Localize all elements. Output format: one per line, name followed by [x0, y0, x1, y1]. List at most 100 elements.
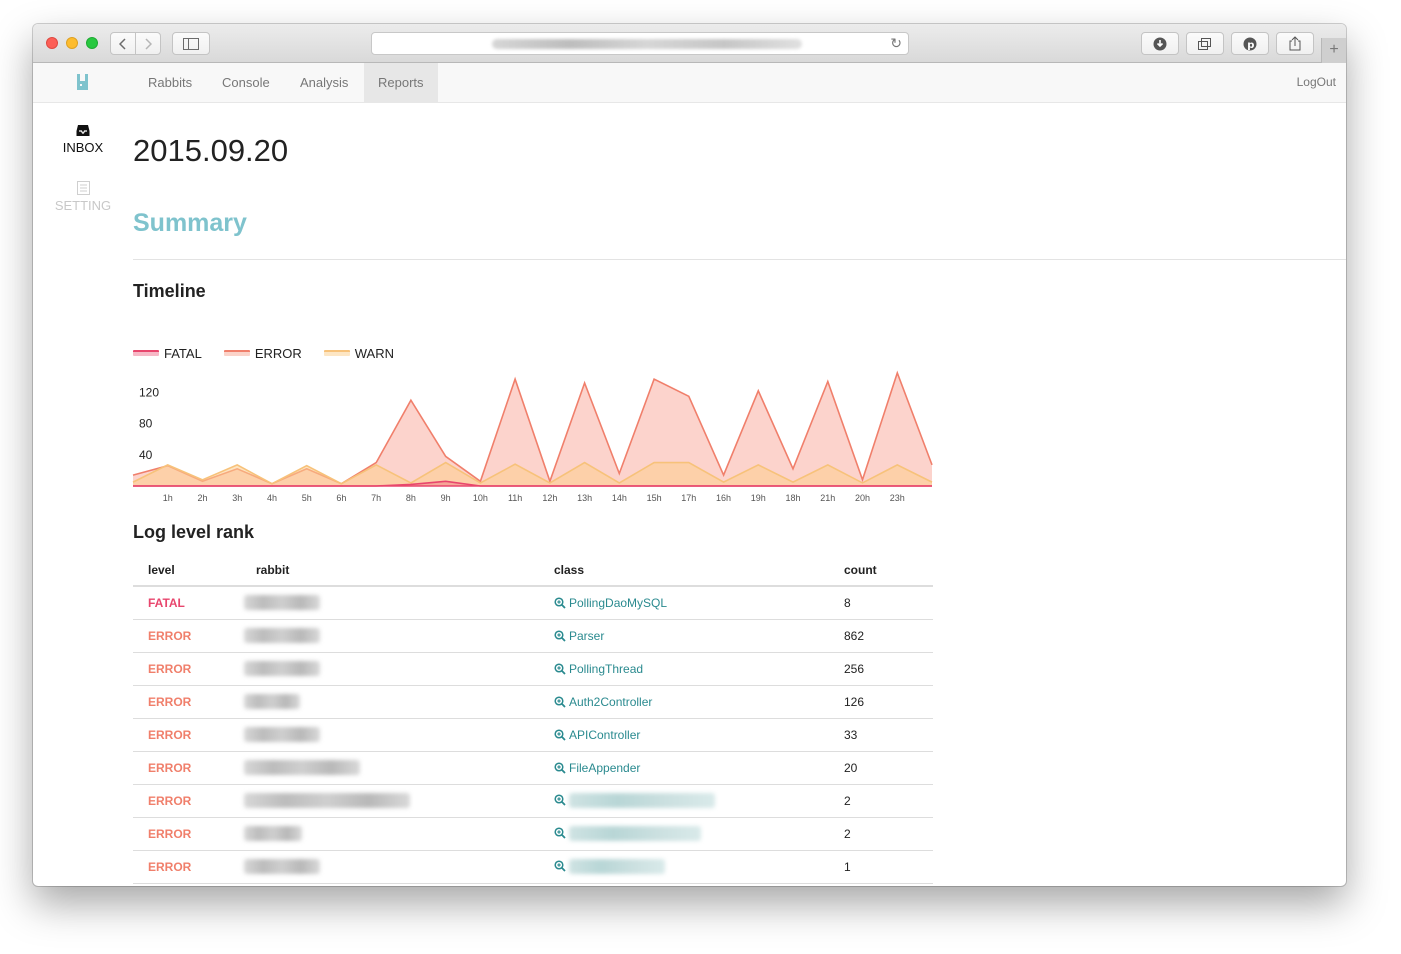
count-cell: 256: [829, 652, 933, 686]
class-link[interactable]: FileAppender: [554, 761, 640, 775]
sidebar-item-setting[interactable]: SETTING: [33, 181, 133, 213]
table-row[interactable]: ERROR PollingThread 256: [133, 652, 933, 686]
sidebar-item-inbox[interactable]: INBOX: [33, 124, 133, 155]
svg-text:p: p: [1247, 40, 1254, 51]
legend-item-warn: WARN: [323, 345, 395, 361]
rabbit-cell: [241, 586, 539, 620]
class-cell: [539, 817, 829, 851]
class-link[interactable]: PollingThread: [554, 662, 643, 676]
nav-rabbits[interactable]: Rabbits: [134, 63, 206, 103]
zoom-icon: [554, 728, 566, 741]
redacted-rabbit-name: [244, 826, 302, 842]
sidebar-toggle-button[interactable]: [172, 32, 210, 55]
nav-reports[interactable]: Reports: [364, 63, 438, 103]
rabbit-cell: [241, 817, 539, 851]
class-name: FileAppender: [569, 760, 641, 775]
table-row[interactable]: ERROR 1: [133, 850, 933, 884]
class-link[interactable]: Parser: [554, 629, 604, 643]
table-row[interactable]: ERROR 2: [133, 817, 933, 851]
new-tab-button[interactable]: +: [1321, 38, 1346, 63]
x-tick-label: 21h: [820, 493, 835, 503]
class-name: Parser: [569, 628, 605, 643]
logout-link[interactable]: LogOut: [1297, 63, 1336, 103]
legend-label: WARN: [354, 345, 395, 361]
class-name: PollingDaoMySQL: [569, 595, 668, 610]
column-header-level[interactable]: level: [133, 554, 241, 587]
minimize-window-button[interactable]: [66, 37, 78, 49]
column-header-count[interactable]: count: [829, 554, 933, 587]
count-value: 256: [844, 661, 865, 676]
class-link[interactable]: Auth2Controller: [554, 695, 652, 709]
nav-analysis[interactable]: Analysis: [286, 63, 362, 103]
level-cell: ERROR: [133, 817, 241, 851]
chevron-right-icon: [145, 37, 152, 50]
share-button[interactable]: [1276, 32, 1314, 55]
browser-titlebar: ↻ p +: [33, 24, 1346, 63]
class-link[interactable]: [554, 826, 701, 842]
class-link[interactable]: APIController: [554, 728, 640, 742]
table-row[interactable]: ERROR APIController 33: [133, 718, 933, 752]
x-tick-label: 9h: [441, 493, 451, 503]
y-tick-label: 120: [139, 385, 159, 399]
downloads-button[interactable]: [1141, 32, 1179, 55]
level-cell: ERROR: [133, 685, 241, 719]
class-cell: APIController: [539, 718, 829, 752]
table-row[interactable]: FATAL PollingDaoMySQL 8: [133, 586, 933, 620]
redacted-class-name: [569, 826, 701, 842]
rabbit-logo-icon[interactable]: [76, 73, 90, 91]
tabs-icon: [1198, 37, 1211, 50]
column-header-class[interactable]: class: [539, 554, 829, 587]
share-icon: [1289, 36, 1301, 51]
zoom-icon: [554, 629, 566, 642]
forward-button[interactable]: [135, 32, 161, 55]
nav-console[interactable]: Console: [208, 63, 284, 103]
summary-heading: Summary: [133, 209, 247, 237]
column-header-rabbit[interactable]: rabbit: [241, 554, 539, 587]
zoom-icon: [554, 761, 566, 774]
reload-icon[interactable]: ↻: [890, 35, 902, 52]
redacted-url: [492, 39, 802, 49]
legend-swatch-error: [223, 350, 250, 356]
redacted-rabbit-name: [244, 727, 320, 743]
table-row[interactable]: ERROR 2: [133, 784, 933, 818]
y-tick-label: 80: [139, 417, 153, 431]
count-value: 33: [844, 727, 858, 742]
class-name: Auth2Controller: [569, 694, 653, 709]
maximize-window-button[interactable]: [86, 37, 98, 49]
table-row[interactable]: ERROR Auth2Controller 126: [133, 685, 933, 719]
x-tick-label: 6h: [336, 493, 346, 503]
zoom-icon: [554, 794, 566, 806]
rank-heading: Log level rank: [133, 522, 255, 542]
redacted-rabbit-name: [244, 859, 320, 875]
close-window-button[interactable]: [46, 37, 58, 49]
count-cell: 862: [829, 619, 933, 653]
tabs-overview-button[interactable]: [1186, 32, 1224, 55]
zoom-icon: [554, 662, 566, 675]
class-name: PollingThread: [569, 661, 644, 676]
rabbit-cell: [241, 619, 539, 653]
chevron-left-icon: [119, 37, 126, 50]
pinterest-button[interactable]: p: [1231, 32, 1269, 55]
x-tick-label: 4h: [267, 493, 277, 503]
class-cell: PollingThread: [539, 652, 829, 686]
count-cell: 33: [829, 718, 933, 752]
x-tick-label: 10h: [473, 493, 488, 503]
table-row[interactable]: ERROR Parser 862: [133, 619, 933, 653]
class-link[interactable]: [554, 859, 665, 875]
x-tick-label: 5h: [302, 493, 312, 503]
class-link[interactable]: PollingDaoMySQL: [554, 596, 667, 610]
class-link[interactable]: [554, 793, 715, 809]
address-bar[interactable]: ↻: [371, 32, 909, 55]
back-button[interactable]: [110, 32, 136, 55]
x-tick-label: 2h: [197, 493, 207, 503]
zoom-icon: [554, 827, 566, 839]
download-icon: [1153, 37, 1167, 50]
table-header-row: level rabbit class count: [133, 554, 933, 587]
sidebar-item-label: SETTING: [54, 198, 112, 213]
x-tick-label: 16h: [716, 493, 731, 503]
inbox-icon: [76, 125, 90, 136]
zoom-icon: [554, 860, 566, 872]
top-navbar: Rabbits Console Analysis Reports LogOut: [33, 63, 1346, 103]
count-cell: 2: [829, 784, 933, 818]
table-row[interactable]: ERROR FileAppender 20: [133, 751, 933, 785]
